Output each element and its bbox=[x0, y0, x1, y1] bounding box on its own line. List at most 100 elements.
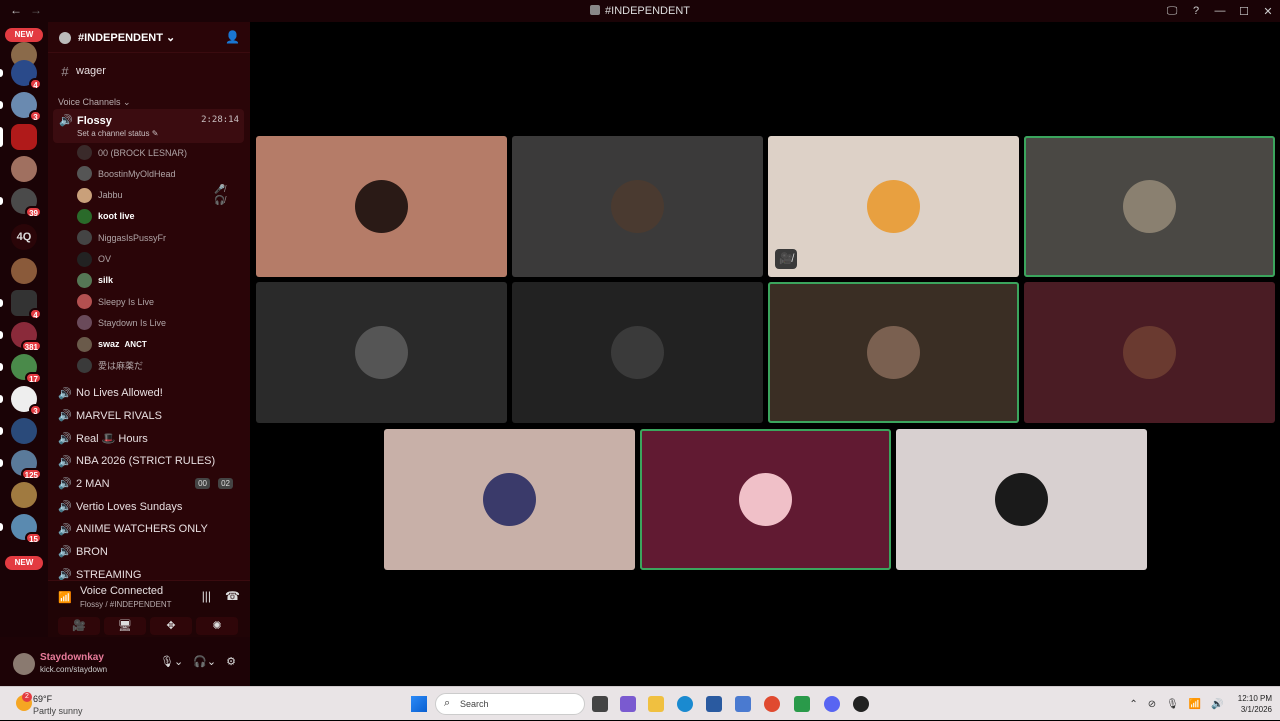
maximize-button[interactable]: ☐ bbox=[1232, 5, 1256, 18]
invite-icon[interactable]: 👤 bbox=[225, 30, 240, 44]
voice-channel[interactable]: 🔊 Real 🎩 Hours bbox=[54, 427, 244, 449]
microphone-icon[interactable]: 🎙⌄ bbox=[160, 655, 183, 668]
activities-button[interactable]: ✥ bbox=[150, 617, 192, 635]
server-header[interactable]: #INDEPENDENT ⌄ 👤 bbox=[48, 22, 250, 53]
speaker-icon: 🔊 bbox=[59, 115, 73, 127]
participant-tile[interactable] bbox=[512, 136, 763, 277]
gear-icon[interactable]: ⚙ bbox=[226, 655, 236, 668]
voice-participant[interactable]: koot live bbox=[77, 207, 135, 226]
speaker-icon: 🔊 bbox=[58, 410, 72, 423]
headphones-icon[interactable]: 🎧⌄ bbox=[193, 655, 216, 668]
minimize-button[interactable]: — bbox=[1208, 5, 1232, 17]
chrome-icon[interactable] bbox=[764, 696, 780, 712]
participant-tile[interactable] bbox=[1024, 282, 1275, 423]
participant-tile[interactable] bbox=[384, 429, 635, 570]
channel-status[interactable]: Set a channel status ✎ bbox=[77, 129, 158, 138]
call-timer: 2:28:14 bbox=[201, 115, 239, 125]
participant-tile[interactable] bbox=[768, 282, 1019, 423]
avatar bbox=[77, 166, 92, 182]
clock[interactable]: 12:10 PM 3/1/2026 bbox=[1238, 693, 1272, 715]
server-icon[interactable] bbox=[11, 156, 37, 182]
network-icon[interactable]: ⊘ bbox=[1148, 699, 1156, 710]
channel-name: BRON bbox=[76, 545, 108, 558]
voice-channel[interactable]: 🔊 Vertio Loves Sundays bbox=[54, 496, 244, 518]
search-box[interactable]: ⌕ Search bbox=[435, 693, 585, 715]
help-icon[interactable]: ? bbox=[1184, 5, 1208, 17]
voice-channel[interactable]: 🔊 NBA 2026 (STRICT RULES) bbox=[54, 450, 244, 472]
avatar bbox=[77, 187, 92, 203]
voice-participant[interactable]: OV bbox=[77, 250, 111, 269]
start-button[interactable] bbox=[411, 696, 427, 712]
voice-participant[interactable]: silk bbox=[77, 271, 113, 290]
voice-participant[interactable]: Jabbu 🎤̸ 🎧̸ bbox=[77, 184, 225, 205]
voice-channel[interactable]: 🔊 ANIME WATCHERS ONLY bbox=[54, 518, 244, 540]
voice-channel[interactable]: 🔊 MARVEL RIVALS bbox=[54, 405, 244, 427]
volume-icon[interactable]: 🔊 bbox=[1211, 699, 1223, 710]
voice-participant[interactable]: NiggasIsPussyFr bbox=[77, 228, 166, 247]
participant-tile[interactable] bbox=[1024, 136, 1275, 277]
server-icon[interactable] bbox=[11, 482, 37, 508]
server-icon[interactable]: 17 bbox=[0, 354, 42, 384]
screen-share-button[interactable]: 🖥 bbox=[104, 617, 146, 635]
server-icon[interactable]: 381 bbox=[0, 322, 42, 352]
app-icon[interactable] bbox=[853, 696, 869, 712]
server-icon[interactable]: 15 bbox=[0, 514, 42, 544]
avatar[interactable] bbox=[13, 653, 35, 675]
participant-tile[interactable] bbox=[256, 136, 507, 277]
voice-participant[interactable]: 愛は麻薬だ bbox=[77, 356, 143, 375]
server-icon[interactable]: 4 bbox=[0, 290, 42, 320]
participant-name: 00 (BROCK LESNAR) bbox=[98, 147, 188, 158]
voice-channel[interactable]: 🔊 2 MAN 00 02 bbox=[54, 473, 244, 495]
wifi-icon[interactable]: 📶 bbox=[1189, 699, 1201, 710]
voice-participant[interactable]: 00 (BROCK LESNAR) bbox=[77, 143, 187, 162]
voice-participant[interactable]: swaz ANCT bbox=[77, 335, 147, 354]
avatar bbox=[739, 473, 792, 526]
app-icon[interactable] bbox=[794, 696, 810, 712]
participant-tile[interactable] bbox=[512, 282, 763, 423]
text-channel-wager[interactable]: # wager bbox=[54, 60, 244, 82]
soundboard-button[interactable]: ✺ bbox=[196, 617, 238, 635]
participant-name: Sleepy Is Live bbox=[98, 296, 155, 307]
window-controls: 🖵 ? — ☐ ✕ bbox=[1160, 0, 1280, 22]
username[interactable]: Staydownkay bbox=[40, 652, 104, 663]
server-icon[interactable] bbox=[0, 418, 37, 444]
participant-tile[interactable] bbox=[256, 282, 507, 423]
noise-suppression-icon[interactable]: ||| bbox=[202, 589, 211, 603]
server-icon[interactable]: 125 bbox=[0, 450, 42, 480]
user-panel: Staydownkay kick.com/staydown 🎙⌄ 🎧⌄ ⚙ bbox=[0, 637, 250, 686]
server-icon[interactable]: 3 bbox=[0, 92, 42, 122]
server-icon[interactable]: 3 bbox=[0, 386, 42, 416]
voice-channel-flossy[interactable]: 🔊 Flossy Set a channel status ✎ 2:28:14 bbox=[53, 109, 244, 143]
new-badge: NEW bbox=[5, 28, 43, 42]
participant-tile[interactable] bbox=[896, 429, 1147, 570]
server-icon[interactable]: 39 bbox=[0, 188, 42, 218]
voice-participant[interactable]: Sleepy Is Live bbox=[77, 292, 154, 311]
avatar bbox=[355, 180, 408, 233]
server-icon[interactable] bbox=[11, 258, 37, 284]
microphone-icon[interactable]: 🎙 bbox=[1166, 699, 1179, 710]
voice-connected-location[interactable]: Flossy / #INDEPENDENT bbox=[80, 600, 172, 609]
copilot-icon[interactable] bbox=[620, 696, 636, 712]
server-icon[interactable]: 4 bbox=[0, 60, 42, 90]
participant-tile[interactable]: 🎥̸ bbox=[768, 136, 1019, 277]
disconnect-icon[interactable]: ☎ bbox=[225, 589, 240, 603]
voice-category[interactable]: Voice Channels ⌄ bbox=[58, 97, 131, 108]
edge-icon[interactable] bbox=[677, 696, 693, 712]
server-icon-4q[interactable]: 4Q bbox=[11, 224, 37, 250]
camera-off-button[interactable]: 🎥 bbox=[58, 617, 100, 635]
voice-participant[interactable]: Staydown Is Live bbox=[77, 313, 166, 332]
outlook-icon[interactable] bbox=[735, 696, 751, 712]
voice-participant[interactable]: BoostinMyOldHead bbox=[77, 164, 176, 183]
participant-tile[interactable] bbox=[640, 429, 891, 570]
discord-icon[interactable] bbox=[824, 696, 840, 712]
server-icon-active[interactable] bbox=[0, 124, 37, 150]
voice-channel[interactable]: 🔊 No Lives Allowed! bbox=[54, 382, 244, 404]
signal-icon[interactable]: 📶 bbox=[58, 591, 72, 604]
close-button[interactable]: ✕ bbox=[1256, 5, 1280, 18]
task-view-icon[interactable] bbox=[592, 696, 608, 712]
store-icon[interactable] bbox=[706, 696, 722, 712]
chevron-up-icon[interactable]: ⌃ bbox=[1129, 699, 1137, 710]
inbox-icon[interactable]: 🖵 bbox=[1160, 5, 1184, 18]
voice-channel[interactable]: 🔊 BRON bbox=[54, 541, 244, 563]
file-explorer-icon[interactable] bbox=[648, 696, 664, 712]
